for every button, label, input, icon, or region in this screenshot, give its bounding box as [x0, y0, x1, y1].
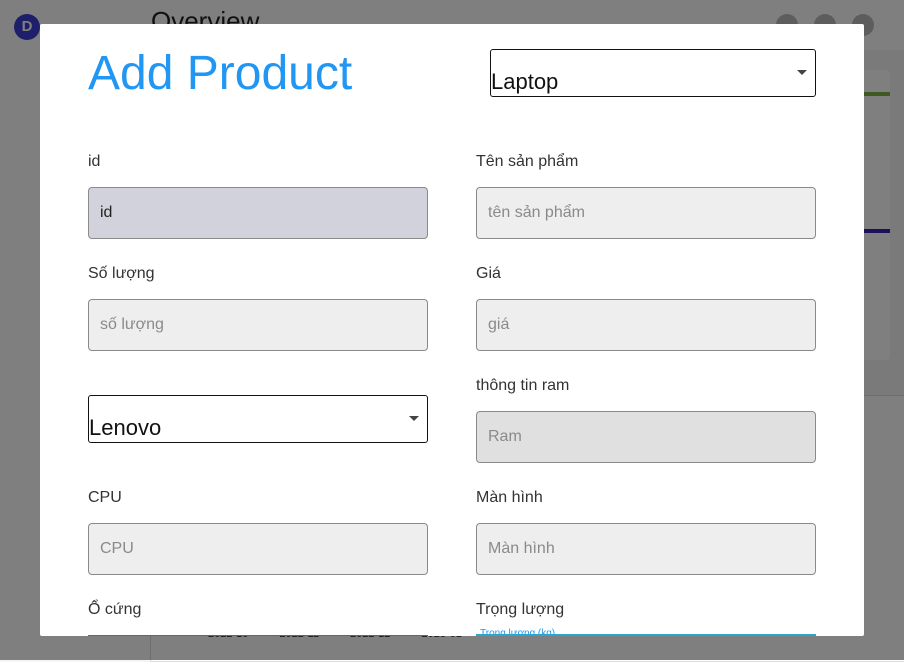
category-select-value: Laptop: [491, 69, 559, 94]
brand-select[interactable]: Lenovo: [88, 395, 428, 443]
weight-label: Trọng lượng: [476, 601, 565, 618]
screen-label: Màn hình: [476, 489, 543, 506]
chevron-down-icon: [409, 416, 419, 421]
quantity-label: Số lượng: [88, 265, 155, 282]
modal-title: Add Product: [88, 47, 353, 100]
cpu-input[interactable]: [88, 523, 428, 575]
storage-input[interactable]: [88, 635, 428, 636]
add-product-modal: Add Product Laptop id Tên sản phẩm Số lư…: [40, 24, 864, 636]
id-input[interactable]: [88, 187, 428, 239]
id-label: id: [88, 153, 101, 170]
product-name-input[interactable]: [476, 187, 816, 239]
ram-label: thông tin ram: [476, 377, 570, 394]
storage-label: Ổ cứng: [88, 601, 142, 618]
ram-input[interactable]: [476, 411, 816, 463]
quantity-input[interactable]: [88, 299, 428, 351]
price-label: Giá: [476, 265, 501, 282]
product-name-label: Tên sản phẩm: [476, 153, 579, 170]
weight-input[interactable]: [476, 634, 816, 636]
brand-select-value: Lenovo: [89, 415, 162, 440]
chevron-down-icon: [797, 70, 807, 75]
category-select[interactable]: Laptop: [490, 49, 816, 97]
screen-input[interactable]: [476, 523, 816, 575]
cpu-label: CPU: [88, 489, 122, 506]
price-input[interactable]: [476, 299, 816, 351]
